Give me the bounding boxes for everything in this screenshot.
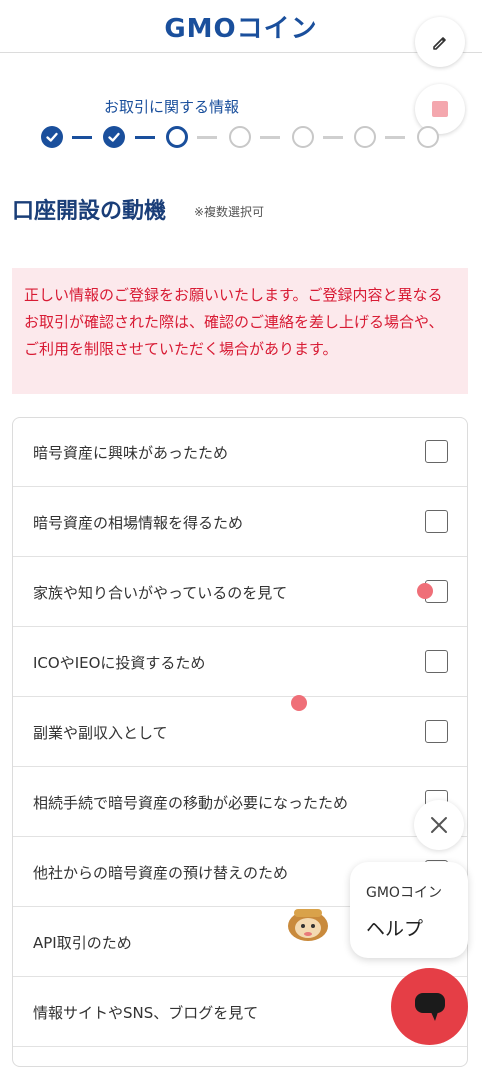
option-label: 副業や副収入として xyxy=(33,724,168,742)
gmo-coin-logo[interactable]: GMOコイン xyxy=(0,8,482,45)
option-label: 家族や知り合いがやっているのを見て xyxy=(33,584,288,602)
chat-bubble-icon xyxy=(415,993,445,1021)
logo-text: GMOコイン xyxy=(164,14,318,44)
option-checkbox[interactable] xyxy=(425,440,448,463)
mascot-avatar-icon[interactable] xyxy=(286,904,330,944)
warning-text: 正しい情報のご登録をお願いいたします。ご登録内容と異なるお取引が確認された際は、… xyxy=(24,286,444,358)
option-row[interactable]: ICOやIEOに投資するため xyxy=(13,628,467,697)
step-connector xyxy=(197,136,217,139)
app-header: GMOコイン xyxy=(0,0,482,53)
option-row[interactable]: 家族や知り合いがやっているのを見て xyxy=(13,558,467,627)
option-row[interactable]: 暗号資産の相場情報を得るため xyxy=(13,488,467,557)
help-close-button[interactable] xyxy=(414,800,464,850)
step-7 xyxy=(417,126,439,148)
progress-stepper xyxy=(0,124,482,150)
current-step-label: お取引に関する情報 xyxy=(104,98,240,116)
section-title: 口座開設の動機 xyxy=(12,199,167,224)
option-row[interactable]: 副業や副収入として xyxy=(13,698,467,767)
multi-select-note: ※複数選択可 xyxy=(194,205,265,219)
touch-indicator-dot xyxy=(417,583,433,599)
option-checkbox[interactable] xyxy=(425,650,448,673)
help-label: ヘルプ xyxy=(366,918,424,940)
step-5 xyxy=(292,126,314,148)
touch-indicator-dot xyxy=(291,695,307,711)
check-icon xyxy=(46,132,58,142)
registration-warning: 正しい情報のご登録をお願いいたします。ご登録内容と異なるお取引が確認された際は、… xyxy=(12,268,468,394)
step-connector xyxy=(385,136,405,139)
option-checkbox[interactable] xyxy=(425,510,448,533)
step-connector xyxy=(323,136,343,139)
option-label: 情報サイトやSNS、ブログを見て xyxy=(33,1004,259,1022)
chat-button[interactable] xyxy=(391,968,468,1045)
step-3-current xyxy=(166,126,188,148)
close-icon xyxy=(431,817,447,833)
option-label: 他社からの暗号資産の預け替えのため xyxy=(33,864,289,882)
help-brand: GMOコイン xyxy=(366,885,442,901)
option-label: API取引のため xyxy=(33,934,132,952)
step-1-complete xyxy=(41,126,63,148)
step-6 xyxy=(354,126,376,148)
step-2-complete xyxy=(103,126,125,148)
step-connector xyxy=(135,136,155,139)
step-connector xyxy=(260,136,280,139)
help-bubble[interactable]: GMOコイン ヘルプ xyxy=(350,862,468,958)
option-label: 暗号資産の相場情報を得るため xyxy=(33,514,244,532)
step-connector xyxy=(72,136,92,139)
step-4 xyxy=(229,126,251,148)
option-checkbox[interactable] xyxy=(425,720,448,743)
option-label: 暗号資産に興味があったため xyxy=(33,444,229,462)
option-label: 相続手続で暗号資産の移動が必要になったため xyxy=(33,794,349,812)
option-label: ICOやIEOに投資するため xyxy=(33,654,206,672)
edit-button[interactable] xyxy=(415,17,465,67)
check-icon xyxy=(108,132,120,142)
option-row[interactable]: 相続手続で暗号資産の移動が必要になったため xyxy=(13,768,467,837)
option-row[interactable]: 暗号資産に興味があったため xyxy=(13,418,467,487)
stop-square-icon xyxy=(432,101,448,117)
pencil-icon xyxy=(433,37,446,50)
